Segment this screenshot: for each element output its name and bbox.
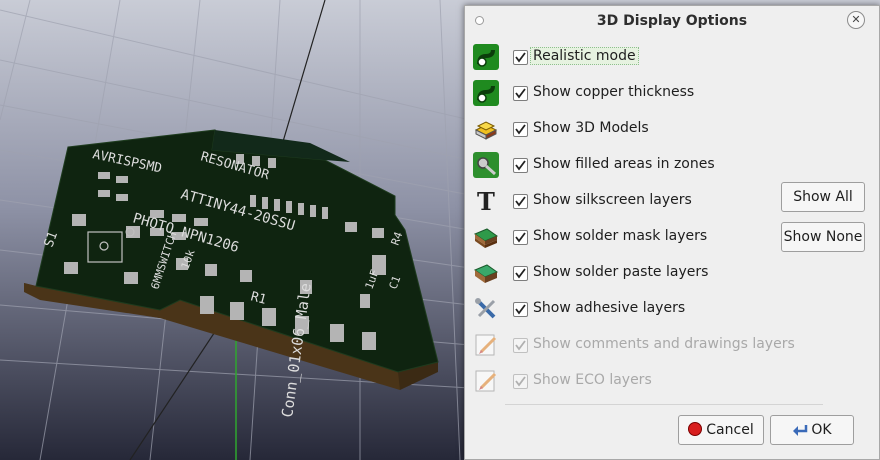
realistic-mode-checkbox[interactable] — [513, 50, 528, 65]
adhesive-icon — [473, 296, 499, 322]
ok-label: OK — [811, 422, 832, 438]
close-button[interactable]: ✕ — [847, 11, 865, 29]
comments-drawings-label: Show comments and drawings layers — [533, 336, 795, 352]
solder-mask-label[interactable]: Show solder mask layers — [533, 228, 707, 244]
copper-thickness-checkbox[interactable] — [513, 86, 528, 101]
3d-display-options-dialog: 3D Display Options ✕ Realistic mode Show… — [464, 5, 880, 460]
realistic-mode-icon — [473, 44, 499, 70]
cancel-label: Cancel — [706, 422, 754, 438]
3d-models-label[interactable]: Show 3D Models — [533, 120, 649, 136]
silkscreen-icon: T — [473, 187, 499, 216]
realistic-mode-label[interactable]: Realistic mode — [530, 47, 639, 65]
ok-icon — [792, 419, 808, 447]
solder-mask-icon — [473, 224, 499, 250]
comments-drawings-icon — [473, 332, 499, 358]
dialog-titlebar[interactable]: 3D Display Options ✕ — [465, 6, 879, 36]
eco-layers-icon — [473, 368, 499, 394]
option-solder-paste: Show solder paste layers — [473, 257, 783, 289]
comments-drawings-checkbox — [513, 338, 528, 353]
eco-layers-label: Show ECO layers — [533, 372, 652, 388]
silkscreen-checkbox[interactable] — [513, 194, 528, 209]
3d-models-checkbox[interactable] — [513, 122, 528, 137]
cancel-button[interactable]: Cancel — [678, 415, 764, 445]
option-comments-drawings: Show comments and drawings layers — [473, 329, 795, 361]
show-none-button[interactable]: Show None — [781, 222, 865, 252]
solder-paste-label[interactable]: Show solder paste layers — [533, 264, 708, 280]
option-filled-zones: Show filled areas in zones — [473, 149, 783, 181]
solder-paste-checkbox[interactable] — [513, 266, 528, 281]
solder-paste-icon — [473, 260, 499, 286]
3d-models-icon — [473, 116, 499, 142]
adhesive-label[interactable]: Show adhesive layers — [533, 300, 685, 316]
button-separator — [505, 404, 823, 405]
close-icon: ✕ — [851, 13, 861, 26]
option-adhesive: Show adhesive layers — [473, 293, 783, 325]
option-realistic-mode: Realistic mode — [473, 41, 783, 73]
option-eco-layers: Show ECO layers — [473, 365, 783, 397]
filled-zones-checkbox[interactable] — [513, 158, 528, 173]
ok-button[interactable]: OK — [770, 415, 854, 445]
option-solder-mask: Show solder mask layers — [473, 221, 783, 253]
eco-layers-checkbox — [513, 374, 528, 389]
option-3d-models: Show 3D Models — [473, 113, 783, 145]
filled-zones-icon — [473, 152, 499, 178]
copper-thickness-label[interactable]: Show copper thickness — [533, 84, 694, 100]
option-silkscreen: T Show silkscreen layers — [473, 185, 783, 217]
dialog-title: 3D Display Options — [596, 13, 748, 29]
cancel-icon — [688, 422, 703, 436]
filled-zones-label[interactable]: Show filled areas in zones — [533, 156, 715, 172]
option-copper-thickness: Show copper thickness — [473, 77, 783, 109]
show-all-button[interactable]: Show All — [781, 182, 865, 212]
silkscreen-label[interactable]: Show silkscreen layers — [533, 192, 692, 208]
adhesive-checkbox[interactable] — [513, 302, 528, 317]
solder-mask-checkbox[interactable] — [513, 230, 528, 245]
svg-text:T: T — [477, 188, 495, 214]
copper-thickness-icon — [473, 80, 499, 106]
